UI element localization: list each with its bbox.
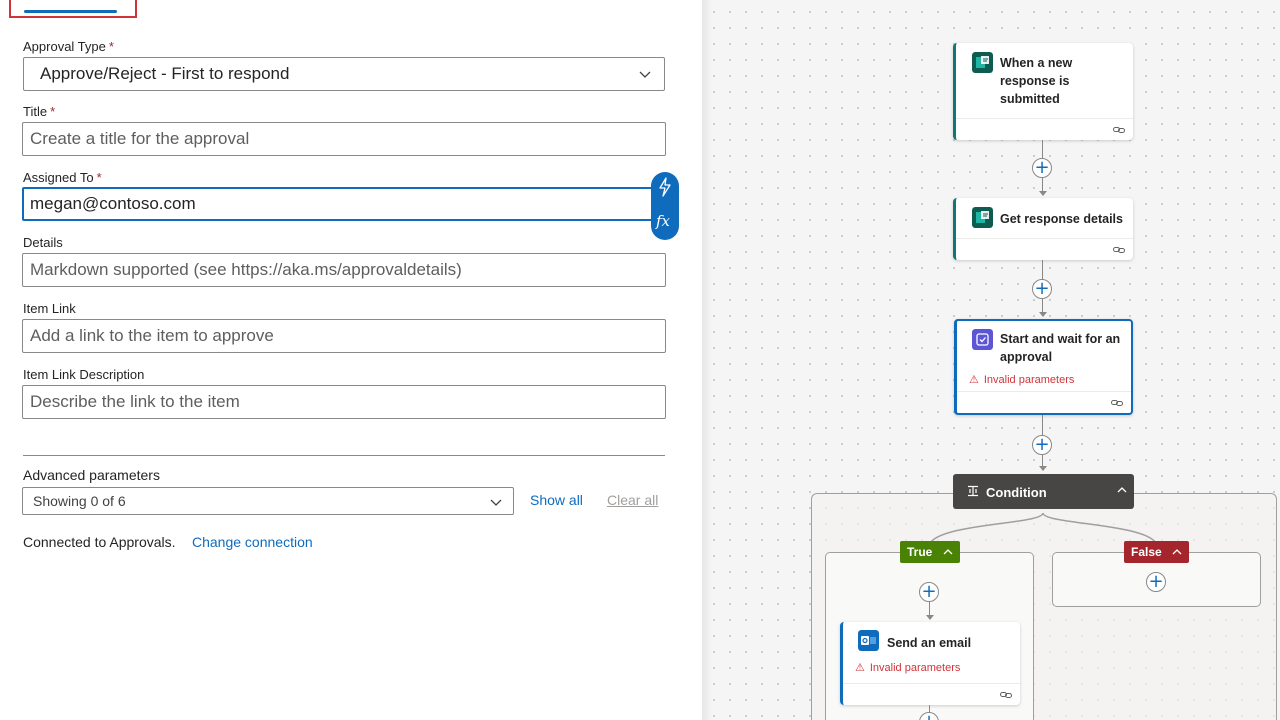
- send-email-warning: ⚠ Invalid parameters: [855, 662, 961, 674]
- approval-title: Start and wait for an approval: [1000, 332, 1121, 364]
- assigned-to-input[interactable]: megan@contoso.com: [22, 187, 662, 221]
- outlook-icon: [858, 630, 879, 651]
- add-action-button[interactable]: +: [1032, 158, 1052, 178]
- details-input[interactable]: Markdown supported (see https://aka.ms/a…: [22, 253, 666, 287]
- item-link-label: Item Link: [23, 301, 76, 316]
- action-parameters-panel: Approval Type * Approve/Reject - First to…: [0, 0, 702, 720]
- false-branch-tag[interactable]: False: [1124, 541, 1189, 563]
- details-label: Details: [23, 235, 63, 250]
- approval-type-label: Approval Type *: [23, 39, 114, 54]
- approvals-icon: [972, 329, 993, 350]
- fx-icon[interactable]: fx: [656, 212, 670, 230]
- add-action-button[interactable]: +: [919, 712, 939, 720]
- title-label: Title *: [23, 104, 56, 119]
- approval-card[interactable]: Start and wait for an approval ⚠ Invalid …: [954, 319, 1133, 415]
- item-link-description-label: Item Link Description: [23, 367, 145, 382]
- chevron-up-icon[interactable]: [942, 547, 954, 557]
- approval-warning: ⚠ Invalid parameters: [969, 374, 1075, 386]
- trigger-title: When a new response is submitted: [1000, 56, 1073, 106]
- true-branch-tag[interactable]: True: [900, 541, 960, 563]
- link-icon: [1111, 400, 1123, 406]
- add-action-button[interactable]: +: [1032, 279, 1052, 299]
- change-connection-link[interactable]: Change connection: [192, 534, 313, 550]
- get-response-details-card[interactable]: Get response details: [953, 198, 1133, 260]
- approval-type-dropdown[interactable]: Approve/Reject - First to respond: [23, 57, 665, 91]
- show-all-link[interactable]: Show all: [530, 492, 583, 508]
- advanced-parameters-dropdown[interactable]: Showing 0 of 6: [22, 487, 514, 515]
- forms-icon: [972, 52, 993, 73]
- condition-header[interactable]: Condition: [953, 474, 1134, 509]
- lightning-icon[interactable]: [657, 177, 673, 197]
- link-icon: [1113, 247, 1125, 253]
- add-action-button[interactable]: +: [919, 582, 939, 602]
- parameters-tab-highlight: [9, 0, 137, 18]
- link-icon: [1000, 692, 1012, 698]
- clear-all-link[interactable]: Clear all: [607, 492, 658, 508]
- tab-parameters[interactable]: [24, 10, 117, 13]
- chevron-up-icon[interactable]: [1171, 547, 1183, 557]
- warning-icon: ⚠: [855, 662, 865, 674]
- branch-connectors: [928, 512, 1158, 548]
- chevron-down-icon: [639, 71, 651, 78]
- get-details-title: Get response details: [1000, 212, 1123, 226]
- section-divider: [23, 455, 665, 456]
- forms-icon: [972, 207, 993, 228]
- chevron-down-icon: [490, 499, 502, 506]
- chevron-up-icon[interactable]: [1116, 485, 1128, 495]
- add-action-button[interactable]: +: [1032, 435, 1052, 455]
- condition-icon: [968, 485, 978, 497]
- item-link-description-input[interactable]: Describe the link to the item: [22, 385, 666, 419]
- trigger-card[interactable]: When a new response is submitted: [953, 43, 1133, 140]
- warning-icon: ⚠: [969, 374, 979, 386]
- advanced-parameters-label: Advanced parameters: [23, 467, 160, 483]
- connection-status: Connected to Approvals.: [23, 534, 176, 550]
- add-action-button[interactable]: +: [1146, 572, 1166, 592]
- expression-toolbar: fx: [651, 172, 679, 240]
- item-link-input[interactable]: Add a link to the item to approve: [22, 319, 666, 353]
- assigned-to-label: Assigned To *: [23, 170, 102, 185]
- send-email-card[interactable]: Send an email ⚠ Invalid parameters: [840, 622, 1020, 705]
- link-icon: [1113, 127, 1125, 133]
- title-input[interactable]: Create a title for the approval: [22, 122, 666, 156]
- send-email-title: Send an email: [887, 636, 972, 650]
